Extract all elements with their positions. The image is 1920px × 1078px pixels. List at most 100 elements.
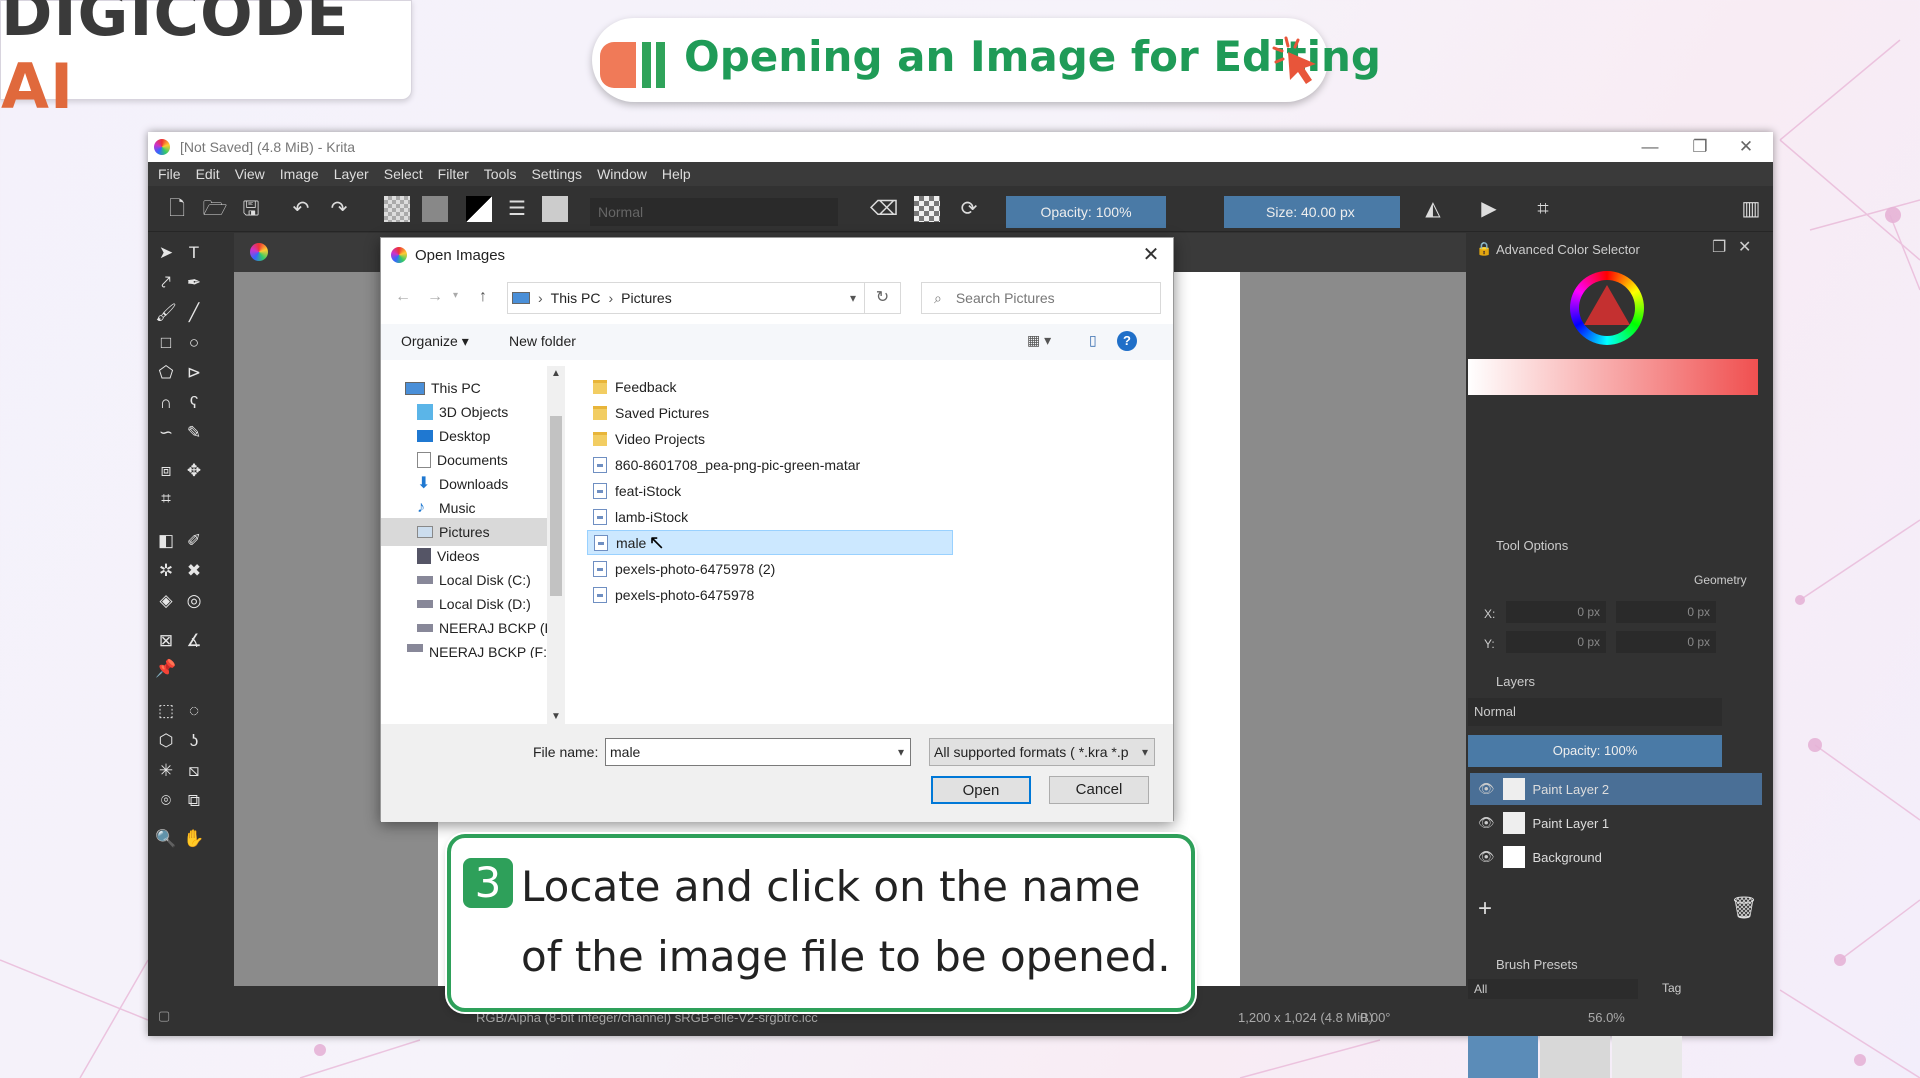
file-item-selected[interactable]: male ↖ [587,530,953,555]
breadcrumb-this-pc[interactable]: This PC [551,290,601,306]
brush-preset-icon[interactable] [542,196,568,222]
refresh-icon[interactable]: ↻ [865,282,901,314]
eraser-icon[interactable]: ⌫ [870,196,898,222]
menu-tools[interactable]: Tools [484,166,517,182]
view-options-icon[interactable]: ▦ ▾ [1027,332,1051,349]
colorize-mask-tool-icon[interactable]: ✲ [154,559,178,583]
visibility-eye-icon[interactable]: 👁 [1478,849,1495,865]
reference-tool-icon[interactable]: 📌 [154,657,178,681]
document-tab-icon[interactable] [250,243,268,261]
file-item[interactable]: feat-iStock [593,478,681,503]
restore-button[interactable]: ❐ [1677,134,1723,160]
mirror-horizontal-icon[interactable]: ◭ [1420,196,1446,222]
zoom-tool-icon[interactable]: 🔍 [154,827,178,851]
dynamic-brush-tool-icon[interactable]: ∽ [154,421,178,445]
layer-row-paint-layer-2[interactable]: 👁 Paint Layer 2 [1470,773,1762,805]
reload-preset-icon[interactable]: ⟳ [956,196,982,222]
pattern-swatch-icon[interactable] [422,196,448,222]
freehand-select-tool-icon[interactable]: ʖ [182,729,206,753]
folder-item[interactable]: Saved Pictures [593,400,709,425]
menu-help[interactable]: Help [662,166,691,182]
new-folder-button[interactable]: New folder [509,333,576,349]
size-slider[interactable]: Size: 40.00 px [1224,196,1400,228]
brush-tag-button[interactable]: Tag [1662,981,1681,995]
gradient-swatch-icon[interactable] [384,196,410,222]
address-dropdown-icon[interactable]: ▾ [850,291,856,305]
ellipse-select-tool-icon[interactable]: ◌ [182,699,206,723]
preview-pane-icon[interactable]: ▯ [1089,332,1097,349]
height-field[interactable]: 0 px [1616,631,1716,653]
bezier-select-tool-icon[interactable]: ⌾ [154,789,178,813]
color-picker-tool-icon[interactable]: ✐ [182,529,206,553]
opacity-slider[interactable]: Opacity: 100% [1006,196,1166,228]
file-item[interactable]: pexels-photo-6475978 [593,582,754,607]
menu-image[interactable]: Image [280,166,319,182]
edit-shapes-tool-icon[interactable]: ⤤ [154,271,178,295]
workspace-icon[interactable]: ▥ [1738,196,1764,222]
text-tool-icon[interactable]: T [182,241,206,265]
breadcrumb-pictures[interactable]: Pictures [621,290,672,306]
minimize-button[interactable]: — [1627,134,1673,160]
assistant-tool-icon[interactable]: ⊠ [154,629,178,653]
dialog-close-icon[interactable]: ✕ [1139,244,1163,268]
menu-layer[interactable]: Layer [334,166,369,182]
file-item[interactable]: pexels-photo-6475978 (2) [593,556,775,581]
address-bar[interactable]: › This PC › Pictures ▾ [507,282,865,314]
menu-select[interactable]: Select [384,166,423,182]
blend-mode-select[interactable]: Normal [590,198,838,226]
back-arrow-icon[interactable]: ← [395,288,411,306]
file-item[interactable]: lamb-iStock [593,504,688,529]
cancel-button[interactable]: Cancel [1049,776,1149,804]
menu-view[interactable]: View [235,166,265,182]
up-arrow-icon[interactable]: ↑ [479,288,487,306]
bezier-tool-icon[interactable]: ∩ [154,391,178,415]
multibrush-tool-icon[interactable]: ✎ [182,421,206,445]
alpha-lock-icon[interactable] [914,196,940,222]
lock-icon[interactable]: 🔒 [1476,241,1492,257]
foreground-background-color-icon[interactable] [466,196,492,222]
save-icon[interactable]: 🖫 [238,196,264,222]
file-type-dropdown-icon[interactable]: ▾ [1141,745,1148,759]
folder-item[interactable]: Video Projects [593,426,705,451]
menu-window[interactable]: Window [597,166,647,182]
ellipse-tool-icon[interactable]: ○ [182,331,206,355]
help-icon[interactable]: ? [1117,331,1137,351]
close-dock-icon[interactable]: ✕ [1738,237,1751,257]
rectangle-tool-icon[interactable]: □ [154,331,178,355]
brush-filter-select[interactable]: All [1468,979,1638,999]
pan-tool-icon[interactable]: ✋ [182,827,206,851]
geometry-tab[interactable]: Geometry [1694,573,1747,587]
navigation-scrollbar[interactable]: ▲ ▼ [547,366,565,724]
fill-tool-icon[interactable]: ◈ [154,589,178,613]
rect-select-tool-icon[interactable]: ⬚ [154,699,178,723]
visibility-eye-icon[interactable]: 👁 [1478,781,1495,797]
layer-row-paint-layer-1[interactable]: 👁 Paint Layer 1 [1470,807,1762,839]
smart-patch-tool-icon[interactable]: ✖ [182,559,206,583]
polygon-select-tool-icon[interactable]: ⬡ [154,729,178,753]
layer-blend-select[interactable]: Normal [1468,698,1722,726]
open-button[interactable]: Open [931,776,1031,804]
nav-neeraj-bckp-e[interactable]: NEERAJ BCKP (E [417,614,554,642]
x-position-field[interactable]: 0 px [1506,601,1606,623]
brush-settings-icon[interactable]: ☰ [504,196,530,222]
recent-locations-icon[interactable]: ▾ [453,290,458,301]
delete-layer-icon[interactable]: 🗑 [1730,895,1758,921]
measure-tool-icon[interactable]: ∡ [182,629,206,653]
calligraphy-tool-icon[interactable]: ✒ [182,271,206,295]
freehand-path-tool-icon[interactable]: ʕ [182,391,206,415]
similar-select-tool-icon[interactable]: ⧅ [182,759,206,783]
polygon-tool-icon[interactable]: ⬠ [154,361,178,385]
move-tool-icon[interactable]: ✥ [182,459,206,483]
width-field[interactable]: 0 px [1616,601,1716,623]
redo-icon[interactable]: ↷ [326,196,352,222]
visibility-eye-icon[interactable]: 👁 [1478,815,1495,831]
menu-filter[interactable]: Filter [438,166,469,182]
menu-edit[interactable]: Edit [196,166,220,182]
crop-tool-icon[interactable]: ⌗ [154,487,178,511]
file-item[interactable]: 860-8601708_pea-png-pic-green-matar [593,452,860,477]
menu-settings[interactable]: Settings [531,166,582,182]
file-name-input[interactable]: male ▾ [605,738,911,766]
gradient-tool-icon[interactable]: ◧ [154,529,178,553]
undo-icon[interactable]: ↶ [288,196,314,222]
file-name-dropdown-icon[interactable]: ▾ [898,745,904,759]
